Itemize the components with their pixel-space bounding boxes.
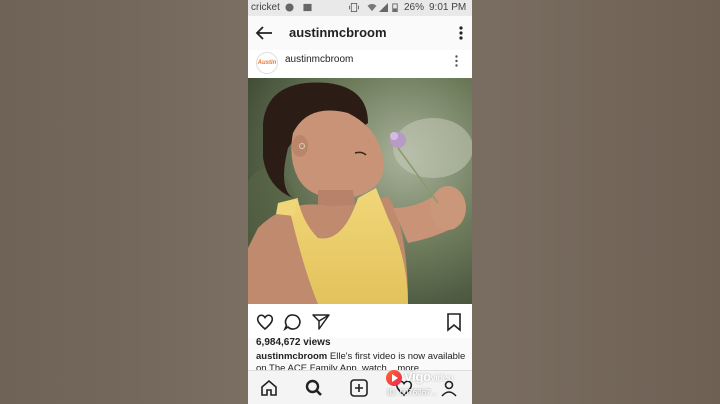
notification-icon xyxy=(285,3,294,12)
search-icon[interactable] xyxy=(304,378,324,398)
view-count: 6,984,672 views xyxy=(256,337,331,348)
vigo-play-icon xyxy=(386,370,402,386)
post-header: Austin austinmcbroom xyxy=(248,50,472,78)
image-icon xyxy=(303,3,312,12)
post-options-icon[interactable] xyxy=(455,55,458,67)
like-heart-icon[interactable] xyxy=(255,312,275,332)
vigo-id: ID: 5076367... xyxy=(387,388,438,397)
post-actions xyxy=(248,304,472,338)
status-bar: cricket 26% 9:01 PM xyxy=(248,0,472,16)
post-username[interactable]: austinmcbroom xyxy=(285,54,353,65)
save-bookmark-icon[interactable] xyxy=(444,312,464,332)
avatar[interactable]: Austin xyxy=(256,52,278,74)
add-post-icon[interactable] xyxy=(349,378,369,398)
post-video[interactable] xyxy=(248,78,472,304)
signal-icon xyxy=(379,3,388,12)
comment-icon[interactable] xyxy=(283,312,303,332)
caption-username[interactable]: austinmcbroom xyxy=(256,351,327,362)
carrier-label: cricket xyxy=(251,2,280,13)
vigo-brand: Vigovideo xyxy=(404,369,453,384)
home-icon[interactable] xyxy=(259,378,279,398)
battery-icon xyxy=(392,3,398,12)
phone-screen: cricket 26% 9:01 PM austinmcbroom Austin… xyxy=(248,0,472,404)
clock: 9:01 PM xyxy=(429,2,467,13)
wifi-icon xyxy=(367,3,377,12)
vigo-watermark: Vigovideo ID: 5076367... xyxy=(386,366,466,400)
background-right xyxy=(472,0,720,404)
background-left xyxy=(0,0,248,404)
more-options-icon[interactable] xyxy=(459,26,463,40)
app-bar: austinmcbroom xyxy=(248,16,472,51)
share-send-icon[interactable] xyxy=(311,312,331,332)
vibrate-icon xyxy=(349,3,359,12)
vigo-brand-name: Vigo xyxy=(404,369,431,384)
vigo-brand-suffix: video xyxy=(430,373,454,384)
avatar-logo-text: Austin xyxy=(257,60,277,66)
battery-percent: 26% xyxy=(404,2,425,13)
page-title: austinmcbroom xyxy=(289,25,387,40)
back-arrow-icon[interactable] xyxy=(254,24,274,42)
